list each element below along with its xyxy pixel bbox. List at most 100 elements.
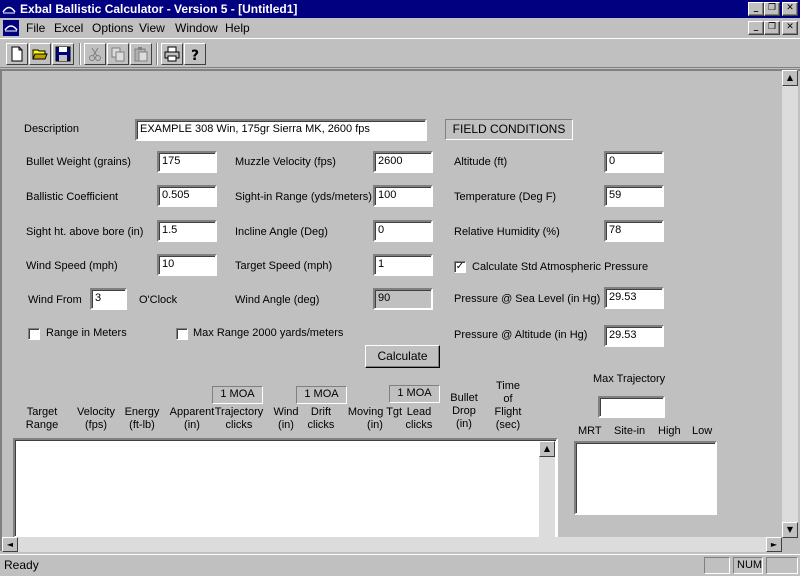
pressure-alt-label: Pressure @ Altitude (in Hg): [454, 329, 588, 341]
scroll-right-button[interactable]: ►: [766, 537, 782, 552]
humidity-input[interactable]: 78: [604, 220, 664, 242]
target-speed-input[interactable]: 1: [373, 254, 433, 276]
wind-from-label: Wind From: [28, 294, 82, 306]
save-disk-icon: [55, 46, 71, 62]
horizontal-scrollbar[interactable]: [2, 537, 782, 552]
wind-from-input[interactable]: 3: [90, 288, 127, 310]
menu-bar: File Excel Options View Window Help _ ❐ …: [0, 18, 800, 38]
header-energy: Energy (ft-lb): [124, 406, 160, 431]
scroll-up-button[interactable]: ▲: [782, 70, 798, 86]
print-button[interactable]: [161, 43, 183, 65]
menu-window[interactable]: Window: [175, 21, 218, 35]
trajectory-moa-button[interactable]: 1 MOA: [212, 386, 263, 404]
altitude-input[interactable]: 0: [604, 151, 664, 173]
menu-file[interactable]: File: [26, 21, 45, 35]
status-num-indicator: NUM: [733, 557, 763, 574]
lead-moa-button[interactable]: 1 MOA: [389, 385, 440, 403]
high-header: High: [658, 425, 681, 437]
status-panel-blank: [704, 557, 730, 574]
ballistic-coefficient-input[interactable]: 0.505: [157, 185, 217, 207]
pressure-alt-input[interactable]: 29.53: [604, 325, 664, 347]
doc-restore-button[interactable]: ❐: [764, 21, 780, 35]
wind-speed-input[interactable]: 10: [157, 254, 217, 276]
range-meters-checkbox[interactable]: [28, 328, 40, 340]
paste-button[interactable]: [130, 43, 152, 65]
help-icon: ?: [191, 48, 199, 62]
print-icon: [164, 46, 180, 62]
max-range-checkbox[interactable]: [176, 328, 188, 340]
mrt-header: MRT: [578, 425, 602, 437]
results-scroll-up-button[interactable]: ▲: [539, 441, 555, 457]
field-conditions-label: FIELD CONDITIONS: [445, 119, 573, 140]
vertical-scrollbar[interactable]: [782, 70, 798, 538]
document-icon[interactable]: [3, 20, 19, 36]
sight-height-label: Sight ht. above bore (in): [26, 226, 144, 238]
new-button[interactable]: [6, 43, 28, 65]
target-speed-label: Target Speed (mph): [235, 260, 333, 272]
bullet-weight-input[interactable]: 175: [157, 151, 217, 173]
menu-options[interactable]: Options: [92, 21, 133, 35]
header-trajectory-clicks: Trajectory clicks: [214, 406, 264, 431]
site-in-header: Site-in: [614, 425, 646, 437]
low-header: Low: [692, 425, 713, 437]
menu-help[interactable]: Help: [225, 21, 250, 35]
header-bullet-drop: Bullet Drop (in): [450, 392, 478, 430]
range-meters-label: Range in Meters: [46, 327, 127, 339]
results-listbox[interactable]: [13, 438, 558, 538]
sight-in-range-label: Sight-in Range (yds/meters): [235, 191, 372, 203]
wind-angle-label: Wind Angle (deg): [235, 294, 320, 306]
doc-close-button[interactable]: ✕: [782, 21, 798, 35]
header-time-of-flight: Time of Flight (sec): [494, 380, 522, 431]
calc-std-pressure-checkbox[interactable]: ✓: [454, 261, 466, 273]
sight-height-input[interactable]: 1.5: [157, 220, 217, 242]
status-bar: Ready NUM: [0, 554, 800, 576]
muzzle-velocity-input[interactable]: 2600: [373, 151, 433, 173]
pressure-sea-input[interactable]: 29.53: [604, 287, 664, 309]
max-trajectory-input[interactable]: [598, 396, 665, 418]
header-velocity: Velocity (fps): [77, 406, 115, 431]
ballistic-coefficient-label: Ballistic Coefficient: [26, 191, 119, 203]
title-bar[interactable]: Exbal Ballistic Calculator - Version 5 -…: [0, 0, 800, 18]
window-title: Exbal Ballistic Calculator - Version 5 -…: [20, 2, 298, 16]
app-icon: [2, 2, 16, 16]
header-target-range: Target Range: [25, 406, 59, 431]
header-wind: Wind (in): [273, 406, 299, 431]
help-button[interactable]: ?: [184, 43, 206, 65]
drift-moa-button[interactable]: 1 MOA: [296, 386, 347, 404]
muzzle-velocity-label: Muzzle Velocity (fps): [235, 156, 336, 168]
header-apparent: Apparent (in): [169, 406, 215, 431]
close-button[interactable]: ✕: [782, 2, 798, 16]
paste-icon: [134, 47, 148, 62]
calculate-button[interactable]: Calculate: [365, 345, 440, 368]
wind-angle-readonly: 90: [373, 288, 433, 310]
maximize-button[interactable]: ❐: [764, 2, 780, 16]
max-trajectory-listbox[interactable]: [574, 441, 717, 515]
cut-button[interactable]: [84, 43, 106, 65]
cut-icon: [89, 47, 101, 61]
minimize-button[interactable]: _: [748, 2, 764, 16]
new-file-icon: [11, 46, 23, 62]
pressure-sea-label: Pressure @ Sea Level (in Hg): [454, 293, 601, 305]
header-drift-clicks: Drift clicks: [307, 406, 335, 431]
copy-button[interactable]: [107, 43, 129, 65]
wind-speed-label: Wind Speed (mph): [26, 260, 118, 272]
scroll-left-button[interactable]: ◄: [2, 537, 18, 552]
incline-angle-input[interactable]: 0: [373, 220, 433, 242]
doc-minimize-button[interactable]: _: [748, 21, 764, 35]
temperature-label: Temperature (Deg F): [454, 191, 557, 203]
copy-icon: [111, 47, 125, 62]
svg-text:?: ?: [191, 48, 199, 62]
incline-angle-label: Incline Angle (Deg): [235, 226, 328, 238]
description-input[interactable]: EXAMPLE 308 Win, 175gr Sierra MK, 2600 f…: [135, 119, 427, 141]
temperature-input[interactable]: 59: [604, 185, 664, 207]
open-folder-icon: [32, 49, 48, 60]
menu-excel[interactable]: Excel: [54, 21, 83, 35]
status-panel-scroll: [766, 557, 798, 574]
scroll-down-button[interactable]: ▼: [782, 522, 798, 538]
save-button[interactable]: [52, 43, 74, 65]
open-button[interactable]: [29, 43, 51, 65]
sight-in-range-input[interactable]: 100: [373, 185, 433, 207]
menu-view[interactable]: View: [139, 21, 165, 35]
humidity-label: Relative Humidity (%): [454, 226, 560, 238]
max-range-label: Max Range 2000 yards/meters: [193, 327, 344, 339]
